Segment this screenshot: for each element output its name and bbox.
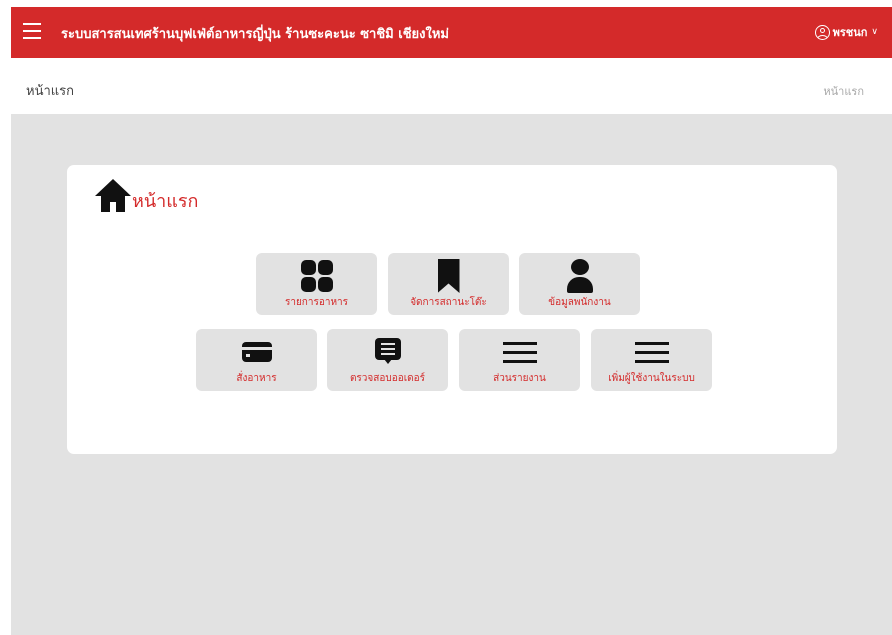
tile-label: ตรวจสอบออเดอร์ [349,373,426,384]
tile-label: สั่งอาหาร [236,373,277,384]
home-icon [95,179,131,213]
user-circle-icon [814,24,830,40]
message-icon [371,335,405,369]
breadcrumb-bar: หน้าแรก หน้าแรก [11,58,892,114]
credit-card-icon [240,335,274,369]
tile-label: ข้อมูลพนักงาน [548,297,611,308]
tile-table-status[interactable]: จัดการสถานะโต๊ะ [388,253,509,315]
grid-icon [300,259,334,293]
user-menu[interactable]: พรชนก ∨ [814,23,878,41]
chevron-down-icon: ∨ [871,27,878,37]
tile-label: ส่วนรายงาน [493,373,546,384]
tile-label: จัดการสถานะโต๊ะ [410,297,487,308]
top-navbar: ระบบสารสนเทศร้านบุฟเฟ่ต์อาหารญี่ปุ่น ร้า… [11,7,892,58]
tile-food-list[interactable]: รายการอาหาร [256,253,377,315]
app-frame: ระบบสารสนเทศร้านบุฟเฟ่ต์อาหารญี่ปุ่น ร้า… [11,7,892,635]
card-header: หน้าแรก [95,179,198,213]
tile-label: รายการอาหาร [284,297,349,308]
tile-check-orders[interactable]: ตรวจสอบออเดอร์ [327,329,448,391]
menu-icon [502,335,537,369]
tile-label: เพิ่มผู้ใช้งานในระบบ [608,373,695,384]
breadcrumb[interactable]: หน้าแรก [823,82,864,100]
person-icon [563,259,597,293]
tile-order-food[interactable]: สั่งอาหาร [196,329,317,391]
page-title: หน้าแรก [26,84,74,99]
bookmark-icon [432,259,466,293]
app-title: ระบบสารสนเทศร้านบุฟเฟ่ต์อาหารญี่ปุ่น ร้า… [61,27,449,42]
user-name: พรชนก [832,26,868,39]
tile-add-user[interactable]: เพิ่มผู้ใช้งานในระบบ [591,329,712,391]
tile-reports[interactable]: ส่วนรายงาน [459,329,580,391]
tile-employee-info[interactable]: ข้อมูลพนักงาน [519,253,640,315]
menu-icon [634,335,669,369]
home-card: หน้าแรก รายการอาหาร จัดการสถานะโต๊ะ ข้อม… [67,165,837,454]
card-title: หน้าแรก [132,191,199,212]
hamburger-icon[interactable] [23,23,41,39]
